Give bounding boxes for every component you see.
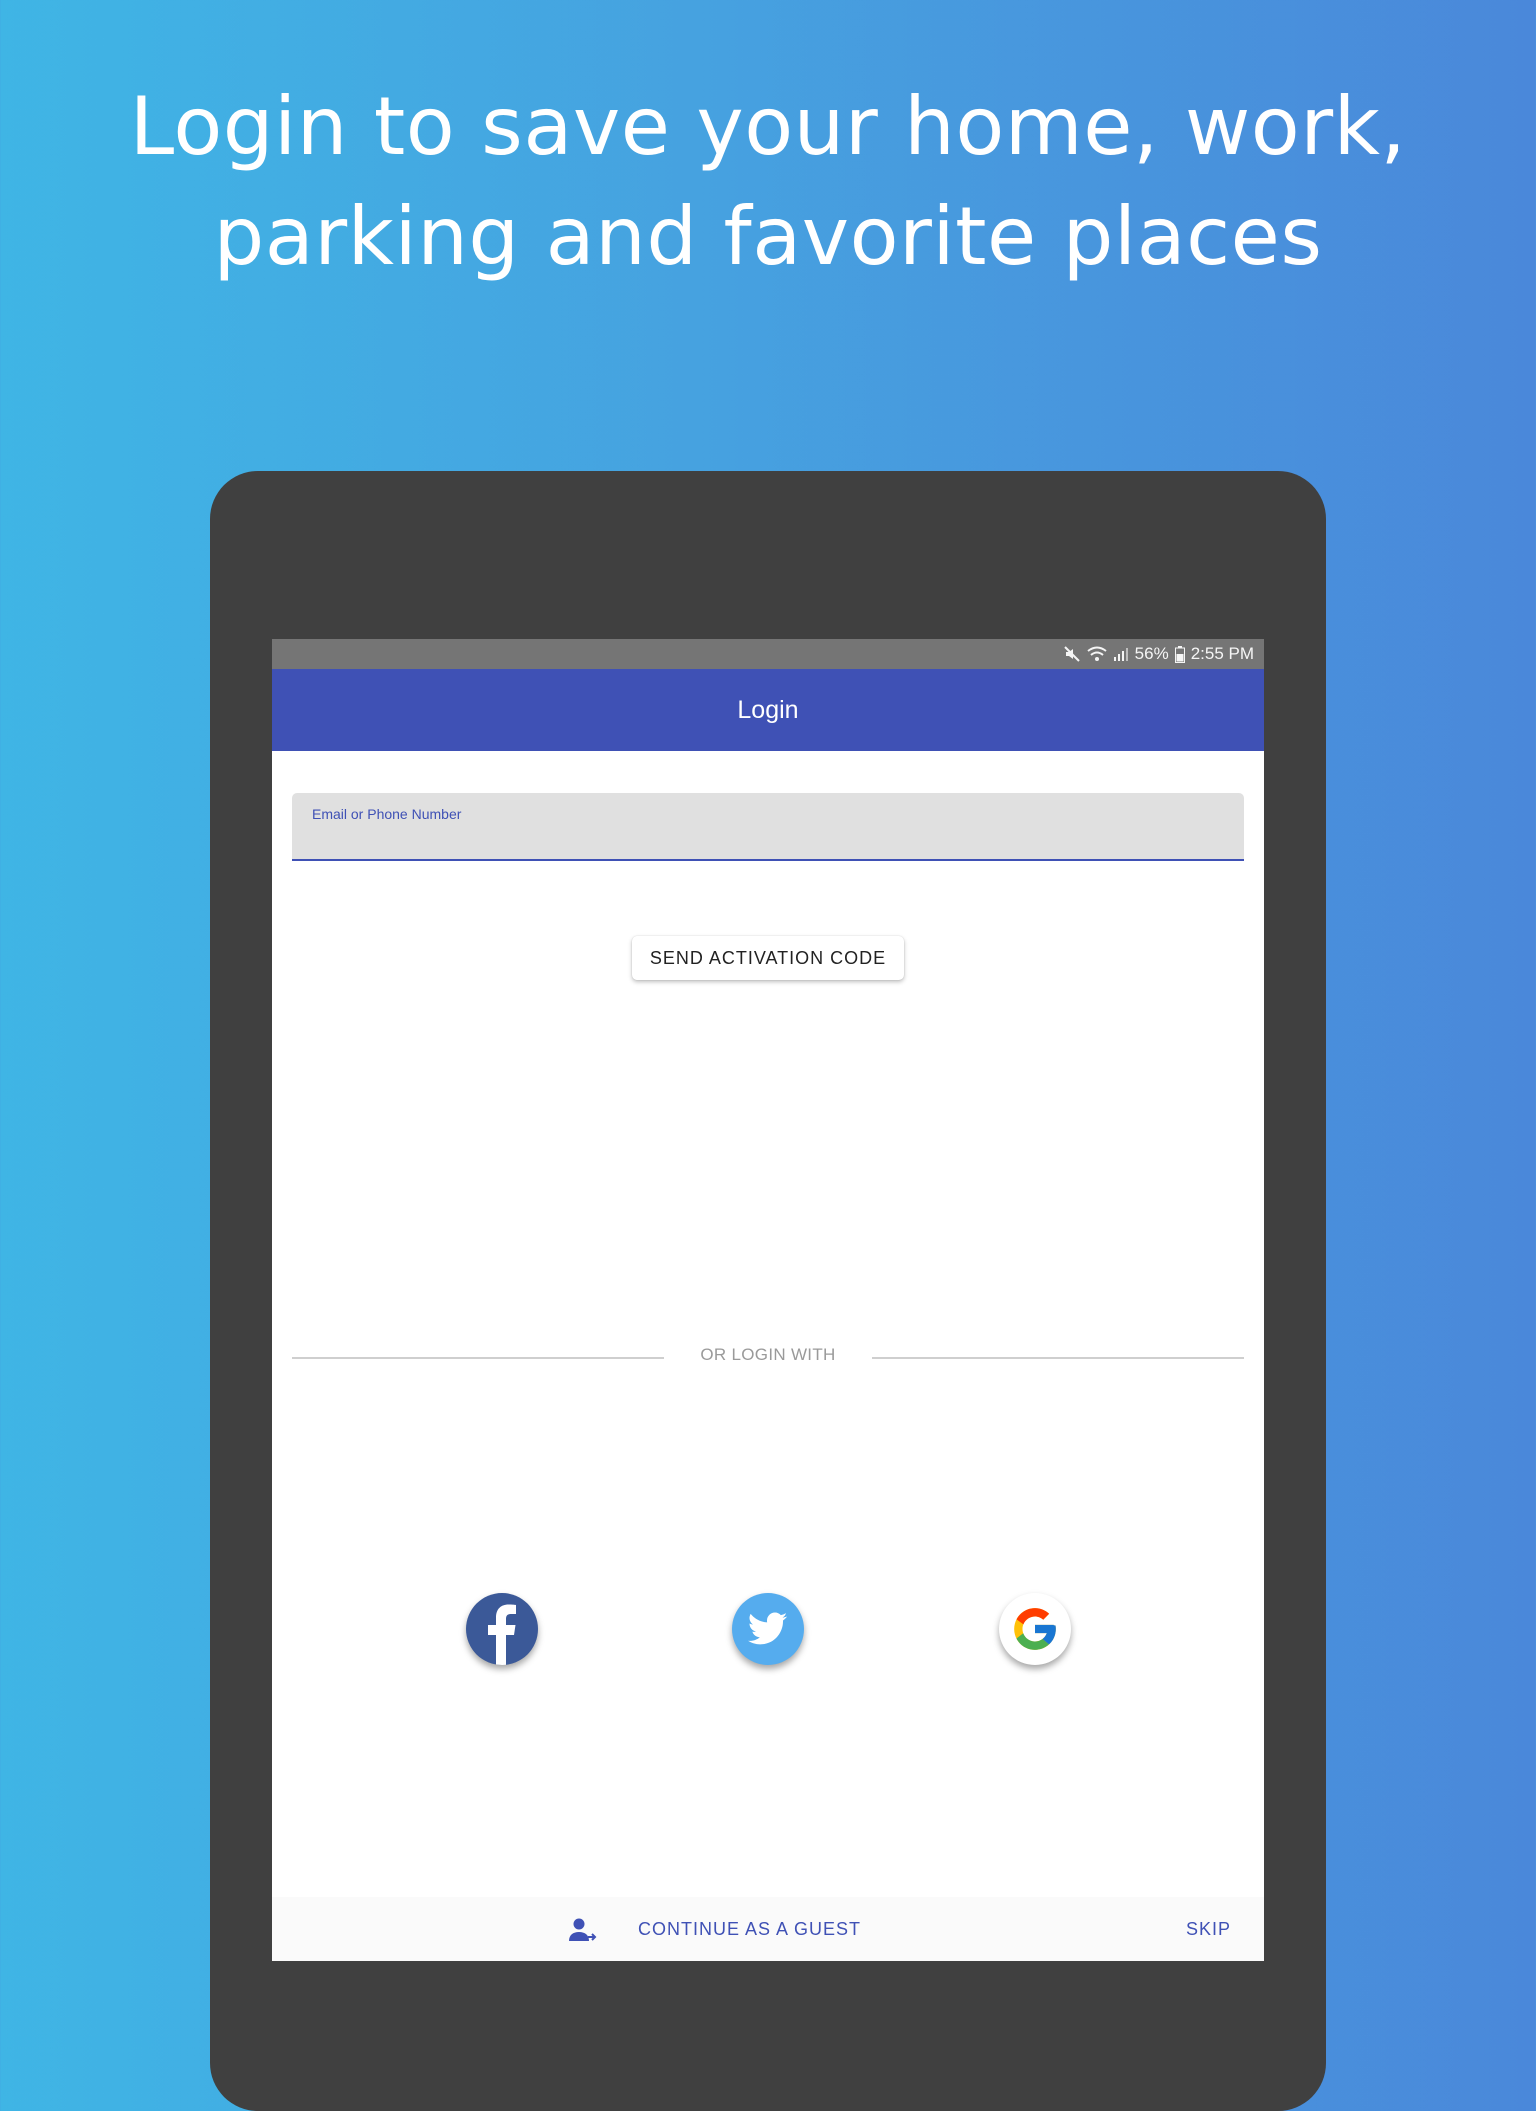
google-icon: [1014, 1608, 1056, 1650]
skip-button[interactable]: SKIP: [1186, 1919, 1231, 1940]
mute-icon: [1063, 646, 1080, 662]
divider-line-right: [872, 1357, 1244, 1359]
battery-percent: 56%: [1134, 644, 1169, 663]
device-screen: 56% 2:55 PM Login Email or Phone Number …: [272, 639, 1264, 1961]
footer-bar: CONTINUE AS A GUEST SKIP: [272, 1897, 1264, 1961]
status-bar: 56% 2:55 PM: [272, 639, 1264, 669]
twitter-login-button[interactable]: [732, 1593, 804, 1665]
promo-headline: Login to save your home, work, parking a…: [0, 72, 1536, 292]
continue-as-guest-button[interactable]: CONTINUE AS A GUEST: [638, 1919, 861, 1940]
clock: 2:55 PM: [1190, 644, 1254, 663]
app-bar-title: Login: [737, 695, 799, 724]
divider-line-left: [292, 1357, 664, 1359]
promo-headline-line1: Login to save your home, work,: [129, 80, 1407, 173]
person-arrow-icon[interactable]: [568, 1917, 598, 1943]
signal-icon: [1113, 648, 1128, 661]
send-activation-code-button[interactable]: SEND ACTIVATION CODE: [632, 936, 904, 980]
email-field[interactable]: Email or Phone Number: [292, 793, 1244, 861]
email-field-label: Email or Phone Number: [312, 806, 462, 822]
facebook-login-button[interactable]: [466, 1593, 538, 1665]
email-input[interactable]: [312, 825, 1216, 855]
facebook-icon: [488, 1604, 516, 1665]
divider-text: OR LOGIN WITH: [700, 1345, 836, 1364]
twitter-icon: [748, 1612, 788, 1645]
promo-headline-line2: parking and favorite places: [213, 190, 1323, 283]
battery-icon: [1174, 645, 1185, 663]
wifi-icon: [1087, 646, 1107, 661]
app-bar: Login: [272, 669, 1264, 751]
google-login-button[interactable]: [999, 1593, 1071, 1665]
